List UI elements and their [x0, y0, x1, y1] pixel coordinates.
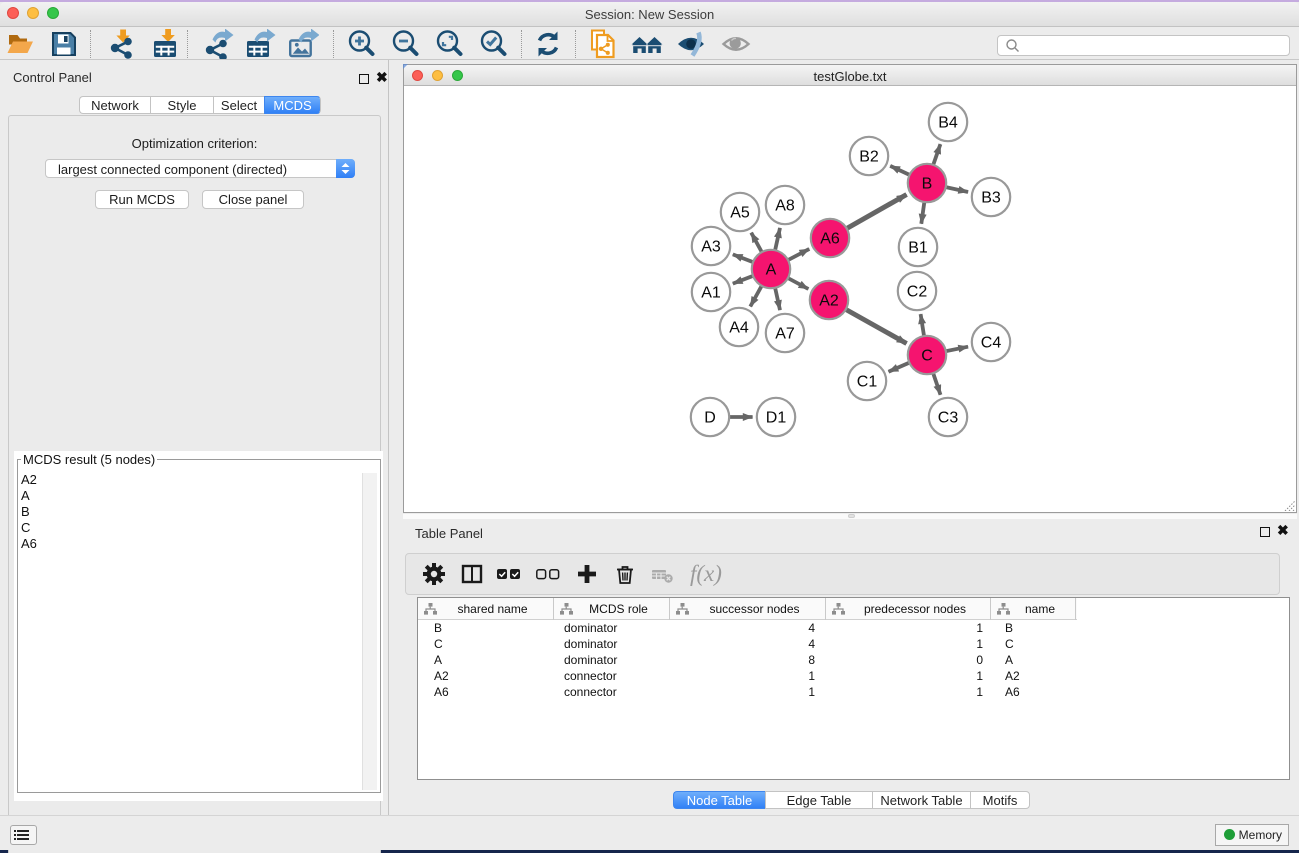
svg-text:A7: A7 — [775, 326, 795, 343]
svg-text:B2: B2 — [859, 149, 879, 166]
svg-text:C2: C2 — [907, 284, 928, 301]
svg-text:B: B — [922, 176, 933, 193]
svg-text:D1: D1 — [766, 410, 787, 427]
svg-text:C3: C3 — [938, 410, 959, 427]
svg-text:B3: B3 — [981, 190, 1001, 207]
svg-text:A6: A6 — [820, 231, 840, 248]
svg-text:C: C — [921, 348, 933, 365]
svg-text:D: D — [704, 410, 716, 427]
svg-text:A1: A1 — [701, 285, 721, 302]
svg-text:A3: A3 — [701, 239, 721, 256]
svg-text:C4: C4 — [981, 335, 1002, 352]
svg-text:A5: A5 — [730, 205, 750, 222]
svg-text:A8: A8 — [775, 198, 795, 215]
svg-text:A2: A2 — [819, 293, 839, 310]
svg-text:C1: C1 — [857, 374, 878, 391]
svg-text:A: A — [766, 262, 777, 279]
svg-text:B1: B1 — [908, 240, 928, 257]
svg-text:A4: A4 — [729, 320, 749, 337]
svg-text:B4: B4 — [938, 115, 958, 132]
